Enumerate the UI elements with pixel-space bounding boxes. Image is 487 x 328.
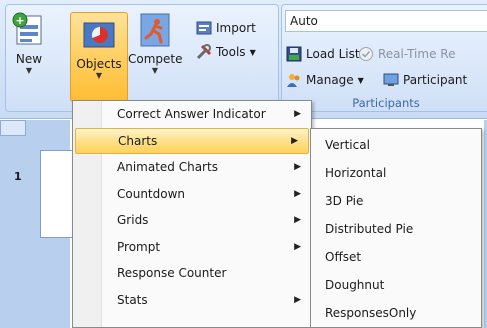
submenu-arrow-icon: ▶ (294, 188, 301, 199)
submenu-item-offset[interactable]: Offset (311, 243, 481, 271)
svg-text:+: + (15, 14, 24, 27)
import-icon (196, 20, 212, 36)
slide-number: 1 (14, 170, 22, 183)
chevron-down-icon: ▼ (95, 71, 103, 80)
tools-icon (196, 44, 212, 60)
objects-menu: Correct Answer Indicator ▶ Charts ▶ Animated… (72, 100, 312, 328)
menu-item-grids[interactable]: Grids ▶ (73, 207, 311, 234)
realtime-button[interactable]: Real-Time Re (358, 46, 455, 62)
menu-item-label: Prompt (117, 239, 161, 254)
runner-icon (137, 12, 173, 48)
menu-item-label: Countdown (117, 186, 186, 201)
tools-button[interactable]: Tools ▼ (196, 44, 256, 60)
menu-item-label: Response Counter (117, 266, 227, 280)
submenu-item-label: Horizontal (325, 166, 387, 180)
menu-item-countdown[interactable]: Countdown ▶ (73, 181, 311, 208)
submenu-item-horizontal[interactable]: Horizontal (311, 159, 481, 187)
submenu-arrow-icon: ▶ (294, 162, 301, 172)
participant-button[interactable]: Participant (383, 72, 467, 88)
chevron-down-icon: ▼ (25, 66, 33, 75)
participant-label: Participant (403, 73, 468, 87)
submenu-item-label: Doughnut (325, 278, 385, 292)
menu-item-label: Charts (118, 133, 158, 148)
compete-button[interactable]: Compete ▼ (128, 8, 183, 96)
menu-item-prompt[interactable]: Prompt ▶ (73, 234, 311, 261)
objects-button-label: Objects (76, 57, 122, 71)
submenu-item-label: Offset (325, 250, 362, 264)
new-button-label: New (15, 52, 43, 66)
submenu-arrow-icon: ▶ (294, 241, 301, 252)
submenu-item-vertical[interactable]: Vertical (311, 131, 481, 159)
chevron-down-icon: ▼ (357, 75, 364, 85)
menu-item-stats[interactable]: Stats ▶ (73, 287, 311, 314)
submenu-arrow-icon: ▶ (291, 135, 298, 146)
charts-submenu: Vertical Horizontal 3D Pie Distributed Pie O… (310, 128, 482, 328)
import-button[interactable]: Import (196, 20, 256, 36)
tools-label: Tools (216, 45, 246, 59)
submenu-item-responsesonly[interactable]: ResponsesOnly (311, 299, 481, 327)
people-icon (286, 72, 302, 88)
manage-label: Manage (306, 73, 354, 87)
submenu-item-3d-pie[interactable]: 3D Pie (311, 187, 481, 215)
slides-tab[interactable] (0, 120, 26, 136)
submenu-item-label: ResponsesOnly (325, 306, 417, 320)
chevron-down-icon: ▼ (151, 66, 159, 75)
import-label: Import (216, 21, 256, 35)
auto-select-value: Auto (290, 14, 318, 28)
submenu-item-label: 3D Pie (325, 194, 364, 208)
save-disk-icon (286, 46, 302, 62)
menu-item-animated-charts[interactable]: Animated Charts ▶ (73, 154, 311, 181)
submenu-item-doughnut[interactable]: Doughnut (311, 271, 481, 299)
manage-button[interactable]: Manage ▼ (286, 72, 364, 88)
objects-button[interactable]: Objects ▼ (70, 12, 128, 102)
chevron-down-icon: ▼ (249, 47, 256, 57)
compete-button-label: Compete (128, 52, 183, 66)
new-button[interactable]: + New ▼ (10, 8, 48, 96)
menu-item-label: Correct Answer Indicator (117, 107, 266, 121)
submenu-item-label: Distributed Pie (325, 222, 414, 236)
menu-item-charts[interactable]: Charts ▶ (75, 127, 309, 154)
new-document-icon: + (11, 12, 47, 48)
checkmark-circle-icon (358, 46, 374, 62)
menu-item-label: Animated Charts (117, 160, 218, 174)
menu-item-label: Grids (117, 213, 149, 227)
menu-item-response-counter[interactable]: Response Counter (73, 260, 311, 287)
load-list-button[interactable]: Load List (286, 46, 360, 62)
objects-pie-icon (81, 17, 117, 53)
submenu-arrow-icon: ▶ (294, 294, 301, 305)
participants-group-title: Participants (352, 96, 420, 110)
realtime-label: Real-Time Re (378, 47, 456, 61)
load-list-label: Load List (306, 47, 360, 61)
submenu-item-distributed-pie[interactable]: Distributed Pie (311, 215, 481, 243)
submenu-arrow-icon: ▶ (294, 109, 301, 119)
submenu-arrow-icon: ▶ (294, 215, 301, 225)
auto-select[interactable]: Auto (285, 10, 487, 32)
menu-item-correct-answer-indicator[interactable]: Correct Answer Indicator ▶ (73, 101, 311, 128)
menu-item-label: Stats (117, 292, 148, 307)
monitor-icon (383, 72, 399, 88)
submenu-item-label: Vertical (325, 138, 370, 152)
